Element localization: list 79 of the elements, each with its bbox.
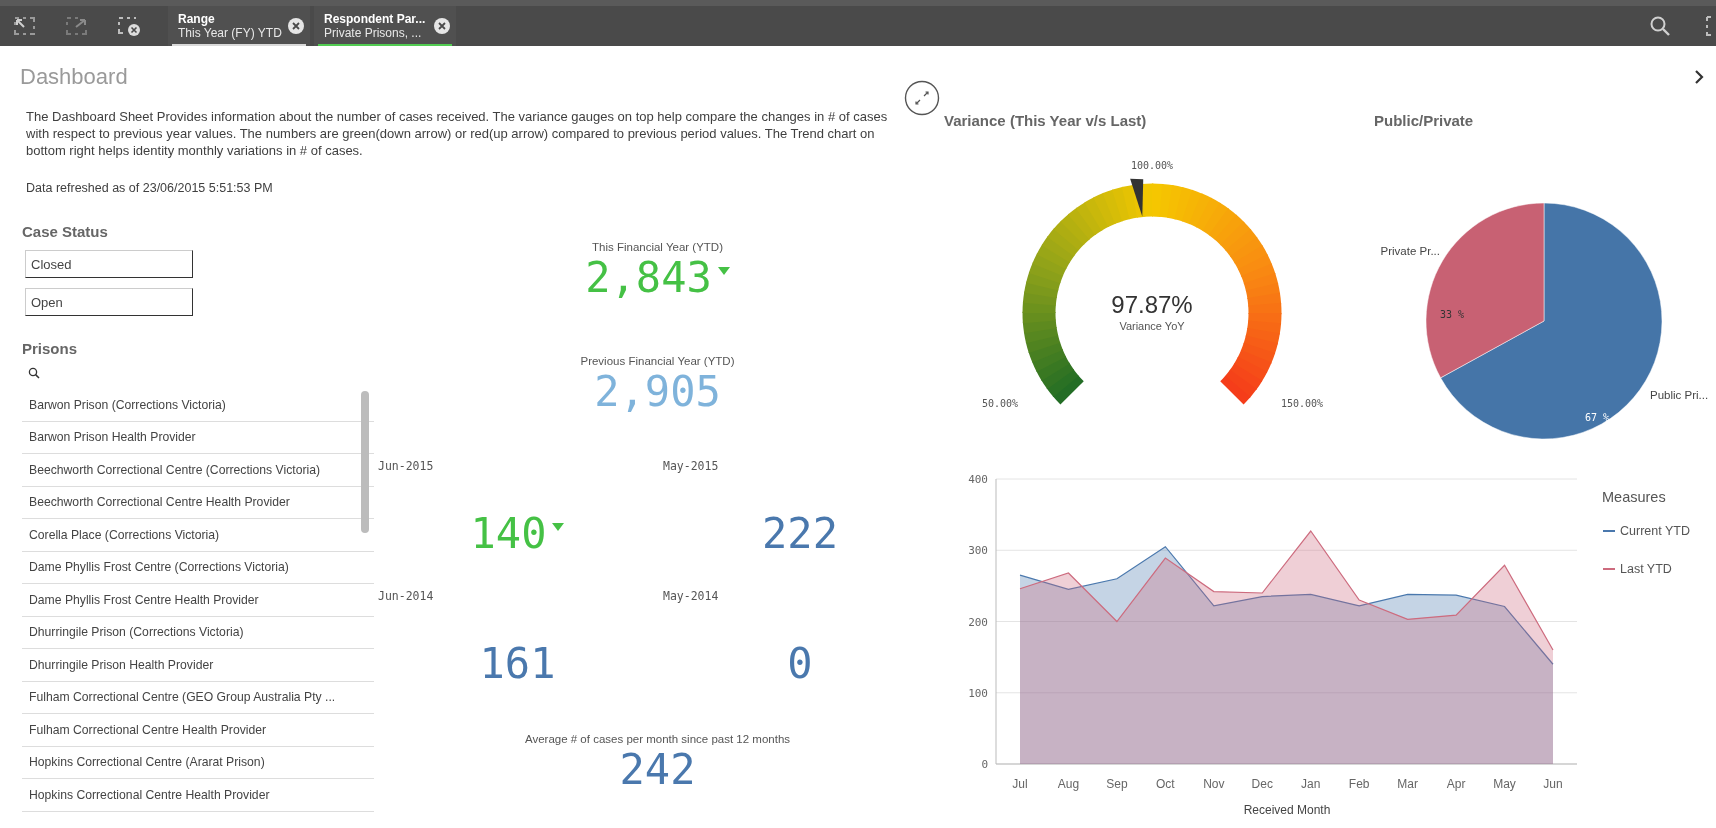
- legend-title: Measures: [1602, 489, 1666, 505]
- kpi-value: 0: [787, 639, 813, 689]
- gauge-reading: 97.87%: [1111, 291, 1193, 318]
- slice-value-label: 67 %: [1584, 412, 1610, 424]
- x-tick-label: Feb: [1348, 777, 1370, 791]
- prison-list-item[interactable]: Hopkins Correctional Centre (Ararat Prison): [22, 746, 374, 779]
- selection-field: Range: [178, 12, 288, 26]
- chart-title: Public/Private: [1374, 112, 1475, 129]
- kpi-value: 2,905: [594, 367, 721, 417]
- x-tick-label: Jan: [1301, 777, 1321, 791]
- close-icon[interactable]: [288, 18, 304, 34]
- prison-list-item[interactable]: Fulham Correctional Centre Health Provider: [22, 714, 374, 747]
- x-tick-label: Nov: [1203, 777, 1225, 791]
- kpi-value: 242: [619, 745, 696, 795]
- kpi-label: Average # of cases per month since past 12 months: [524, 733, 791, 745]
- gauge-label: 150.00%: [1280, 398, 1324, 409]
- slice-value-label: 33 %: [1439, 308, 1465, 320]
- expand-icon[interactable]: [904, 80, 940, 116]
- y-tick-label: 100: [968, 686, 988, 700]
- gauge-caption: Variance YoY: [1119, 320, 1185, 332]
- status-filter-item[interactable]: Closed: [25, 250, 193, 278]
- search-icon[interactable]: [28, 367, 40, 379]
- x-tick-label: Jun: [1543, 777, 1563, 791]
- down-arrow-icon: [552, 523, 565, 531]
- section-title: Prisons: [22, 340, 79, 357]
- kpi-label: May-2015: [662, 459, 719, 473]
- y-tick-label: 0: [981, 758, 988, 771]
- prison-list-item[interactable]: Dame Phyllis Frost Centre (Corrections Victoria): [22, 551, 374, 584]
- scrollbar-thumb[interactable]: [361, 391, 369, 533]
- selection-value: Private Prisons, ...: [324, 26, 423, 40]
- y-tick-label: 400: [968, 473, 988, 486]
- chevron-right-icon[interactable]: [1694, 70, 1704, 84]
- x-tick-label: Sep: [1106, 777, 1128, 791]
- prison-list-item[interactable]: Hopkins Correctional Centre Health Provider: [22, 779, 374, 812]
- x-tick-label: Jul: [1012, 777, 1028, 791]
- section-title: Case Status: [22, 223, 109, 240]
- y-tick-label: 300: [968, 544, 988, 558]
- prison-list-item[interactable]: Fulham Correctional Centre (GEO Group Australia Pty ...: [22, 681, 374, 714]
- prison-list-item[interactable]: Dhurringile Prison (Corrections Victoria): [22, 616, 374, 649]
- kpi-label: Jun-2014: [377, 589, 434, 603]
- x-tick-label: Aug: [1057, 777, 1080, 791]
- refreshed-text: Data refreshed as of 23/06/2015 5:51:53 PM: [26, 181, 274, 195]
- x-tick-label: Oct: [1156, 777, 1175, 791]
- x-tick-label: May: [1493, 777, 1516, 791]
- x-tick-label: Apr: [1446, 777, 1466, 791]
- step-forward-icon[interactable]: [64, 15, 90, 37]
- kpi-label: May-2014: [662, 589, 719, 603]
- slice-label: Private Pr...: [1380, 245, 1440, 257]
- selection-chip[interactable]: Range This Year (FY) YTD: [168, 6, 310, 46]
- kpi-value: 2,843: [585, 253, 712, 303]
- legend-label: Last YTD: [1620, 562, 1672, 576]
- description-text: The Dashboard Sheet Provides information about the number of cases received. The variance gauges on top help compare the changes in # of cases with respect to previous year values. The numbers are green(down arrow) or red(up arrow) compared to previous period values. The Trend chart on bottom right helps identity monthly variations in # of cases.: [26, 108, 889, 159]
- legend-label: Current YTD: [1620, 524, 1690, 538]
- gauge-label: 50.00%: [981, 398, 1019, 409]
- prison-list-item[interactable]: Dame Phyllis Frost Centre Health Provider: [22, 584, 374, 617]
- x-axis-title: Received Month: [1243, 803, 1331, 817]
- kpi-label: Jun-2015: [377, 459, 434, 473]
- selection-chip[interactable]: Respondent Par... Private Prisons, ...: [314, 6, 456, 46]
- status-filter-item[interactable]: Open: [25, 288, 193, 316]
- y-tick-label: 200: [968, 615, 988, 629]
- gauge-label: 100.00%: [1130, 160, 1174, 171]
- chart-title: Variance (This Year v/s Last): [944, 112, 1148, 129]
- kpi-label: This Financial Year (YTD): [592, 241, 723, 253]
- kpi-value: 140: [470, 509, 547, 559]
- kpi-label: Previous Financial Year (YTD): [580, 355, 735, 367]
- slice-label: Public Pri...: [1650, 389, 1709, 401]
- kpi-value: 161: [479, 639, 556, 689]
- step-back-icon[interactable]: [12, 15, 38, 37]
- sheet-title: Dashboard: [20, 64, 128, 90]
- down-arrow-icon: [717, 267, 730, 275]
- selection-value: This Year (FY) YTD: [178, 26, 283, 40]
- selection-field: Respondent Par...: [324, 12, 434, 26]
- x-tick-label: Mar: [1397, 777, 1418, 791]
- clear-selections-icon[interactable]: [116, 15, 142, 37]
- x-tick-label: Dec: [1251, 777, 1273, 791]
- close-icon[interactable]: [434, 18, 450, 34]
- search-icon[interactable]: [1649, 15, 1671, 37]
- prison-list-item[interactable]: Dhurringile Prison Health Provider: [22, 649, 374, 682]
- kpi-value: 222: [762, 509, 838, 559]
